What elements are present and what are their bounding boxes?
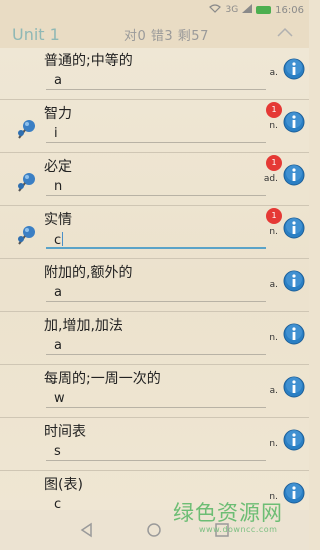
answer-text: c	[54, 497, 62, 510]
battery-icon	[256, 6, 272, 14]
answer-input[interactable]: i	[54, 126, 58, 141]
signal-label: 3G	[225, 5, 239, 15]
word-meaning: 加,增加,加法	[44, 318, 123, 334]
info-icon[interactable]	[283, 217, 305, 239]
unit-title: Unit 1	[12, 24, 60, 44]
info-icon[interactable]	[283, 323, 305, 345]
collapse-chevron-up-icon[interactable]	[275, 23, 295, 43]
word-meaning: 普通的;中等的	[44, 53, 133, 69]
answer-underline	[46, 247, 266, 249]
word-row[interactable]: 普通的;中等的 a a.	[0, 48, 309, 100]
answer-underline	[46, 195, 266, 196]
pin-icon[interactable]	[14, 171, 38, 195]
answer-input[interactable]: c	[54, 232, 64, 248]
word-row[interactable]: 智力 i n. 1	[0, 100, 309, 153]
part-of-speech: n.	[269, 121, 278, 131]
word-meaning: 每周的;一周一次的	[44, 371, 161, 387]
watermark-text: 绿色资源网	[173, 501, 283, 525]
info-icon[interactable]	[283, 111, 305, 133]
word-row[interactable]: 实情 c n. 1	[0, 206, 309, 259]
answer-underline	[46, 301, 266, 302]
info-icon[interactable]	[283, 164, 305, 186]
answer-input[interactable]: c	[54, 497, 61, 510]
status-bar: 3G 16:06	[0, 0, 309, 20]
word-list[interactable]: 普通的;中等的 a a. 智力 i n. 1 必定 n ad. 1 实情 c n. 1 附加的,额外的 a a. 加…	[0, 48, 309, 510]
word-meaning: 必定	[44, 159, 72, 175]
word-meaning: 智力	[44, 106, 72, 122]
part-of-speech: a.	[269, 386, 278, 396]
answer-input[interactable]: a	[54, 338, 62, 353]
answer-text: n	[54, 179, 63, 194]
text-cursor	[62, 232, 64, 246]
answer-input[interactable]: n	[54, 179, 62, 194]
error-count-badge: 1	[266, 208, 282, 224]
answer-input[interactable]: w	[54, 391, 65, 406]
word-row[interactable]: 每周的;一周一次的 w a.	[0, 365, 309, 418]
part-of-speech: n.	[269, 227, 278, 237]
info-icon[interactable]	[283, 429, 305, 451]
signal-icon	[242, 4, 253, 16]
answer-text: a	[54, 338, 62, 353]
part-of-speech: n.	[269, 333, 278, 343]
answer-text: i	[54, 126, 58, 141]
word-meaning: 实情	[44, 212, 72, 228]
word-meaning: 图(表)	[44, 477, 83, 493]
wifi-icon	[209, 4, 222, 16]
answer-underline	[46, 89, 266, 90]
error-count-badge: 1	[266, 155, 282, 171]
info-icon[interactable]	[283, 482, 305, 504]
part-of-speech: n.	[269, 439, 278, 449]
pin-icon[interactable]	[14, 118, 38, 142]
answer-text: s	[54, 444, 61, 459]
status-time: 16:06	[275, 4, 304, 16]
answer-input[interactable]: a	[54, 285, 62, 300]
answer-underline	[46, 407, 266, 408]
word-row[interactable]: 必定 n ad. 1	[0, 153, 309, 206]
word-row[interactable]: 附加的,额外的 a a.	[0, 259, 309, 312]
word-meaning: 时间表	[44, 424, 86, 440]
answer-underline	[46, 142, 266, 143]
info-icon[interactable]	[283, 376, 305, 398]
watermark-url: www.downcc.com	[199, 525, 278, 534]
answer-text: a	[54, 73, 62, 88]
part-of-speech: a.	[269, 68, 278, 78]
info-icon[interactable]	[283, 58, 305, 80]
word-row[interactable]: 加,增加,加法 a n.	[0, 312, 309, 365]
answer-input[interactable]: s	[54, 444, 61, 459]
back-icon[interactable]	[77, 520, 97, 540]
error-count-badge: 1	[266, 102, 282, 118]
info-icon[interactable]	[283, 270, 305, 292]
home-icon[interactable]	[144, 520, 164, 540]
answer-input[interactable]: a	[54, 73, 62, 88]
pin-icon[interactable]	[14, 224, 38, 248]
answer-underline	[46, 354, 266, 355]
word-meaning: 附加的,额外的	[44, 265, 133, 281]
answer-text: c	[54, 233, 62, 248]
part-of-speech: ad.	[263, 174, 278, 184]
score-stats: 对0 错3 剩57	[124, 28, 209, 44]
word-row[interactable]: 时间表 s n.	[0, 418, 309, 471]
answer-underline	[46, 460, 266, 461]
answer-text: w	[54, 391, 65, 406]
answer-text: a	[54, 285, 62, 300]
part-of-speech: a.	[269, 280, 278, 290]
header: Unit 1 对0 错3 剩57	[0, 20, 309, 48]
